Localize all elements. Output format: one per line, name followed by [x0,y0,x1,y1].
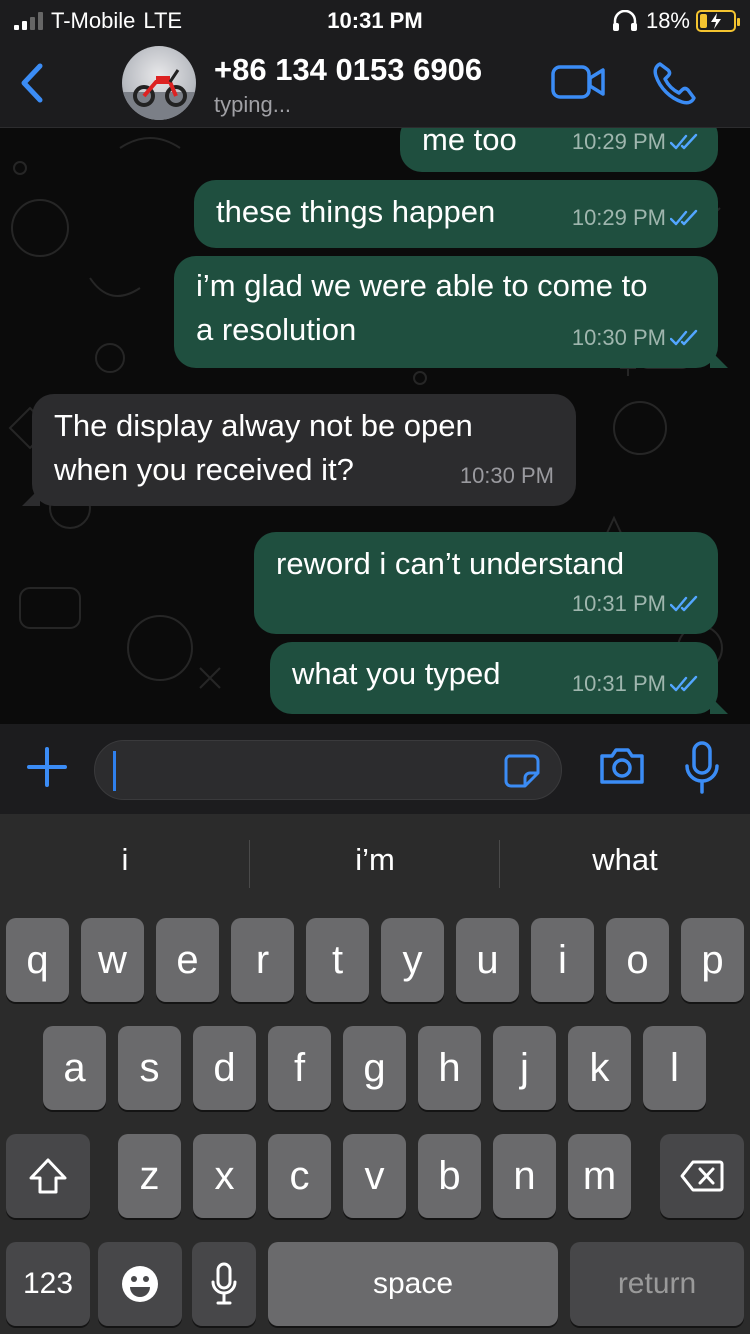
key-m[interactable]: m [568,1134,631,1218]
message-text: The display alway not be open when you r… [54,404,473,492]
message-line: The display alway not be open [54,408,473,443]
return-key[interactable]: return [570,1242,744,1326]
key-c[interactable]: c [268,1134,331,1218]
emoji-key[interactable] [98,1242,182,1326]
microphone-icon[interactable] [682,740,722,796]
key-h[interactable]: h [418,1026,481,1110]
message-time: 10:31 PM [571,671,666,696]
numbers-key[interactable]: 123 [6,1242,90,1326]
message-list[interactable]: me too 10:29 PM these things happen 10:2… [0,128,750,724]
read-ticks-icon [670,675,698,692]
phone-call-icon[interactable] [650,60,698,108]
key-j[interactable]: j [493,1026,556,1110]
status-right: 18% [610,8,740,34]
message-time: 10:29 PM [571,205,666,230]
key-l[interactable]: l [643,1026,706,1110]
dictation-icon [211,1262,237,1305]
message-meta: 10:31 PM [572,662,700,706]
key-i[interactable]: i [531,918,594,1002]
key-e[interactable]: e [156,918,219,1002]
key-d[interactable]: d [193,1026,256,1110]
bubble-tail [710,350,728,368]
key-a[interactable]: a [43,1026,106,1110]
status-bar: T-Mobile LTE 10:31 PM 18% [0,0,750,40]
key-u[interactable]: u [456,918,519,1002]
key-p[interactable]: p [681,918,744,1002]
key-o[interactable]: o [606,918,669,1002]
keyboard: i i’m what qwertyuiop asdfghjkl zxcvbnm … [0,814,750,1334]
key-g[interactable]: g [343,1026,406,1110]
delete-icon [680,1160,724,1192]
message-text: me too [422,128,517,157]
message-bubble-outgoing[interactable]: me too 10:29 PM [400,128,718,172]
message-text: what you typed [292,656,501,691]
emoji-icon [122,1266,158,1302]
message-input[interactable] [94,740,562,800]
message-time: 10:30 PM [571,325,666,350]
message-bubble-outgoing[interactable]: what you typed 10:31 PM [270,642,728,714]
shift-key[interactable] [6,1134,90,1218]
dictation-key[interactable] [192,1242,256,1326]
contact-name[interactable]: +86 134 0153 6906 [214,52,482,88]
message-line: when you received it? [54,452,354,487]
read-ticks-icon [670,209,698,226]
compose-bar [0,724,750,814]
message-meta: 10:30 PM [572,316,700,360]
suggestion-item[interactable]: i’m [250,842,500,878]
battery-percent: 18% [645,8,690,33]
message-line: i’m glad we were able to come to [196,268,648,303]
bubble-tail [22,488,40,506]
message-bubble-outgoing[interactable]: reword i can’t understand 10:31 PM [254,532,718,634]
message-meta: 10:29 PM [572,128,700,164]
message-bubble-outgoing[interactable]: these things happen 10:29 PM [194,180,718,248]
plus-icon[interactable] [24,744,70,790]
back-chevron-icon[interactable] [14,58,54,108]
message-meta: 10:29 PM [572,196,700,240]
key-w[interactable]: w [81,918,144,1002]
chat-header: +86 134 0153 6906 typing... [0,40,750,128]
key-t[interactable]: t [306,918,369,1002]
key-r[interactable]: r [231,918,294,1002]
suggestion-item[interactable]: what [500,842,750,878]
suggestion-bar: i i’m what [0,814,750,914]
key-n[interactable]: n [493,1134,556,1218]
camera-icon[interactable] [598,744,646,788]
message-text: reword i can’t understand [276,546,625,581]
space-key[interactable]: space [268,1242,558,1326]
key-b[interactable]: b [418,1134,481,1218]
key-v[interactable]: v [343,1134,406,1218]
key-x[interactable]: x [193,1134,256,1218]
battery-charging-icon [696,10,740,32]
message-time: 10:31 PM [571,591,666,616]
key-z[interactable]: z [118,1134,181,1218]
read-ticks-icon [670,329,698,346]
key-s[interactable]: s [118,1026,181,1110]
bubble-tail [710,696,728,714]
key-f[interactable]: f [268,1026,331,1110]
key-y[interactable]: y [381,918,444,1002]
sticker-icon[interactable] [503,753,541,789]
message-time: 10:30 PM [459,463,554,488]
read-ticks-icon [670,595,698,612]
key-q[interactable]: q [6,918,69,1002]
headphones-icon [612,10,637,31]
avatar[interactable] [122,46,196,120]
delete-key[interactable] [660,1134,744,1218]
message-text: these things happen [216,194,496,229]
message-meta: 10:30 PM [460,454,554,498]
shift-icon [29,1158,67,1194]
read-ticks-icon [670,133,698,150]
message-time: 10:29 PM [571,129,666,154]
key-k[interactable]: k [568,1026,631,1110]
message-bubble-incoming[interactable]: The display alway not be open when you r… [22,394,576,506]
message-bubble-outgoing[interactable]: i’m glad we were able to come to a resol… [174,256,728,368]
message-meta: 10:31 PM [572,582,700,626]
suggestion-item[interactable]: i [0,842,250,878]
contact-status: typing... [214,92,292,117]
text-cursor [113,751,116,791]
video-call-icon[interactable] [550,60,606,104]
